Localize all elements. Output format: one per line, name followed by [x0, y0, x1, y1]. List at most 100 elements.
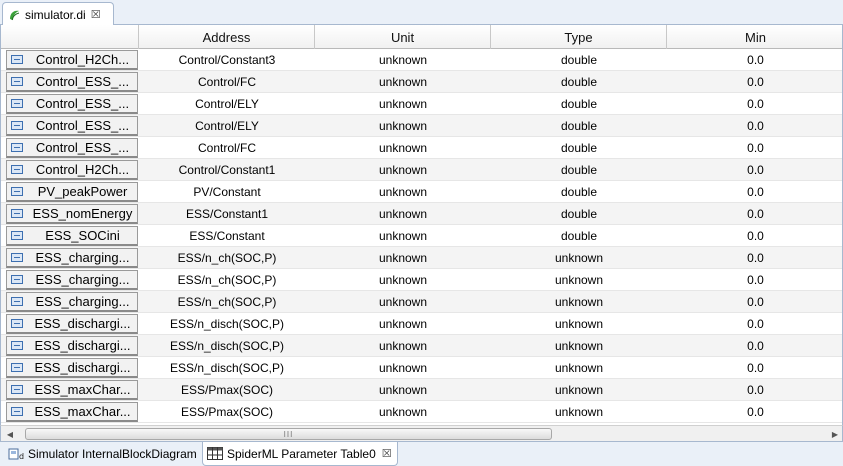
- scrollbar-thumb[interactable]: III: [25, 428, 552, 440]
- cell-type[interactable]: double: [491, 137, 667, 159]
- row-header-button[interactable]: ESS_charging...: [6, 270, 138, 290]
- table-row[interactable]: Control_H2Ch... Control/Constant1 unknown d…: [1, 159, 842, 181]
- cell-type[interactable]: double: [491, 115, 667, 137]
- cell-type[interactable]: double: [491, 203, 667, 225]
- cell-min[interactable]: 0.0: [667, 159, 842, 181]
- row-header-button[interactable]: ESS_dischargi...: [6, 314, 138, 334]
- row-header-button[interactable]: Control_ESS_...: [6, 116, 138, 136]
- cell-address[interactable]: ESS/Pmax(SOC): [139, 379, 315, 401]
- table-row[interactable]: ESS_maxChar... ESS/Pmax(SOC) unknown unknow…: [1, 401, 842, 423]
- column-header-unit[interactable]: Unit: [315, 25, 491, 49]
- row-header-button[interactable]: ESS_SOCini: [6, 226, 138, 246]
- cell-unit[interactable]: unknown: [315, 401, 491, 423]
- cell-address[interactable]: ESS/n_ch(SOC,P): [139, 291, 315, 313]
- table-row[interactable]: ESS_dischargi... ESS/n_disch(SOC,P) unknow…: [1, 313, 842, 335]
- cell-unit[interactable]: unknown: [315, 137, 491, 159]
- cell-type[interactable]: unknown: [491, 247, 667, 269]
- table-row[interactable]: Control_ESS_... Control/ELY unknown double 0…: [1, 93, 842, 115]
- cell-address[interactable]: ESS/Pmax(SOC): [139, 401, 315, 423]
- cell-address[interactable]: PV/Constant: [139, 181, 315, 203]
- cell-address[interactable]: ESS/n_disch(SOC,P): [139, 313, 315, 335]
- row-header-button[interactable]: ESS_maxChar...: [6, 402, 138, 422]
- row-header-button[interactable]: Control_ESS_...: [6, 138, 138, 158]
- tab-internal-block-diagram[interactable]: d Simulator InternalBlockDiagram: [4, 442, 202, 466]
- cell-type[interactable]: double: [491, 49, 667, 71]
- cell-type[interactable]: double: [491, 159, 667, 181]
- cell-address[interactable]: ESS/Constant: [139, 225, 315, 247]
- row-header-button[interactable]: Control_ESS_...: [6, 72, 138, 92]
- column-header-min[interactable]: Min: [667, 25, 842, 49]
- cell-min[interactable]: 0.0: [667, 313, 842, 335]
- table-row[interactable]: PV_peakPower PV/Constant unknown double 0.0: [1, 181, 842, 203]
- cell-type[interactable]: unknown: [491, 291, 667, 313]
- cell-address[interactable]: Control/FC: [139, 71, 315, 93]
- cell-min[interactable]: 0.0: [667, 379, 842, 401]
- table-row[interactable]: ESS_charging... ESS/n_ch(SOC,P) unknown unk…: [1, 291, 842, 313]
- cell-min[interactable]: 0.0: [667, 49, 842, 71]
- cell-type[interactable]: unknown: [491, 335, 667, 357]
- cell-unit[interactable]: unknown: [315, 203, 491, 225]
- table-row[interactable]: ESS_dischargi... ESS/n_disch(SOC,P) unknow…: [1, 335, 842, 357]
- cell-min[interactable]: 0.0: [667, 269, 842, 291]
- cell-type[interactable]: unknown: [491, 313, 667, 335]
- row-header-button[interactable]: ESS_maxChar...: [6, 380, 138, 400]
- cell-min[interactable]: 0.0: [667, 115, 842, 137]
- column-header-address[interactable]: Address: [139, 25, 315, 49]
- cell-min[interactable]: 0.0: [667, 93, 842, 115]
- table-row[interactable]: ESS_maxChar... ESS/Pmax(SOC) unknown unknow…: [1, 379, 842, 401]
- table-row[interactable]: ESS_charging... ESS/n_ch(SOC,P) unknown unk…: [1, 269, 842, 291]
- cell-min[interactable]: 0.0: [667, 137, 842, 159]
- editor-tab-simulator[interactable]: simulator.di ☒: [2, 2, 114, 26]
- cell-address[interactable]: ESS/n_ch(SOC,P): [139, 269, 315, 291]
- horizontal-scrollbar[interactable]: ◀ III ▶: [0, 425, 843, 441]
- cell-unit[interactable]: unknown: [315, 379, 491, 401]
- cell-unit[interactable]: unknown: [315, 115, 491, 137]
- cell-min[interactable]: 0.0: [667, 247, 842, 269]
- cell-unit[interactable]: unknown: [315, 225, 491, 247]
- cell-min[interactable]: 0.0: [667, 291, 842, 313]
- row-header-button[interactable]: ESS_nomEnergy: [6, 204, 138, 224]
- cell-address[interactable]: Control/Constant1: [139, 159, 315, 181]
- row-header-button[interactable]: ESS_charging...: [6, 248, 138, 268]
- cell-type[interactable]: unknown: [491, 269, 667, 291]
- cell-type[interactable]: double: [491, 181, 667, 203]
- scroll-right-icon[interactable]: ▶: [828, 428, 842, 440]
- cell-address[interactable]: Control/ELY: [139, 115, 315, 137]
- cell-type[interactable]: double: [491, 93, 667, 115]
- cell-address[interactable]: Control/ELY: [139, 93, 315, 115]
- tab-parameter-table[interactable]: SpiderML Parameter Table0 ☒: [202, 442, 398, 466]
- cell-address[interactable]: ESS/n_disch(SOC,P): [139, 357, 315, 379]
- cell-type[interactable]: unknown: [491, 401, 667, 423]
- row-header-button[interactable]: ESS_dischargi...: [6, 358, 138, 378]
- row-header-button[interactable]: Control_ESS_...: [6, 94, 138, 114]
- cell-unit[interactable]: unknown: [315, 357, 491, 379]
- cell-type[interactable]: unknown: [491, 357, 667, 379]
- cell-min[interactable]: 0.0: [667, 357, 842, 379]
- row-header-button[interactable]: ESS_charging...: [6, 292, 138, 312]
- table-row[interactable]: Control_ESS_... Control/ELY unknown double 0…: [1, 115, 842, 137]
- cell-min[interactable]: 0.0: [667, 335, 842, 357]
- cell-min[interactable]: 0.0: [667, 181, 842, 203]
- row-header-button[interactable]: Control_H2Ch...: [6, 50, 138, 70]
- scroll-left-icon[interactable]: ◀: [3, 428, 17, 440]
- cell-unit[interactable]: unknown: [315, 181, 491, 203]
- close-tab-icon[interactable]: ☒: [382, 447, 392, 460]
- column-header-type[interactable]: Type: [491, 25, 667, 49]
- cell-unit[interactable]: unknown: [315, 269, 491, 291]
- table-row[interactable]: ESS_charging... ESS/n_ch(SOC,P) unknown unk…: [1, 247, 842, 269]
- cell-address[interactable]: ESS/n_disch(SOC,P): [139, 335, 315, 357]
- cell-unit[interactable]: unknown: [315, 49, 491, 71]
- row-header-button[interactable]: PV_peakPower: [6, 182, 138, 202]
- cell-type[interactable]: double: [491, 71, 667, 93]
- row-header-button[interactable]: ESS_dischargi...: [6, 336, 138, 356]
- table-row[interactable]: Control_H2Ch... Control/Constant3 unknown d…: [1, 49, 842, 71]
- cell-min[interactable]: 0.0: [667, 203, 842, 225]
- row-header-button[interactable]: Control_H2Ch...: [6, 160, 138, 180]
- column-header-name[interactable]: [1, 25, 139, 49]
- cell-address[interactable]: Control/Constant3: [139, 49, 315, 71]
- close-tab-icon[interactable]: ☒: [91, 8, 101, 21]
- cell-unit[interactable]: unknown: [315, 71, 491, 93]
- cell-unit[interactable]: unknown: [315, 291, 491, 313]
- cell-type[interactable]: unknown: [491, 379, 667, 401]
- cell-unit[interactable]: unknown: [315, 159, 491, 181]
